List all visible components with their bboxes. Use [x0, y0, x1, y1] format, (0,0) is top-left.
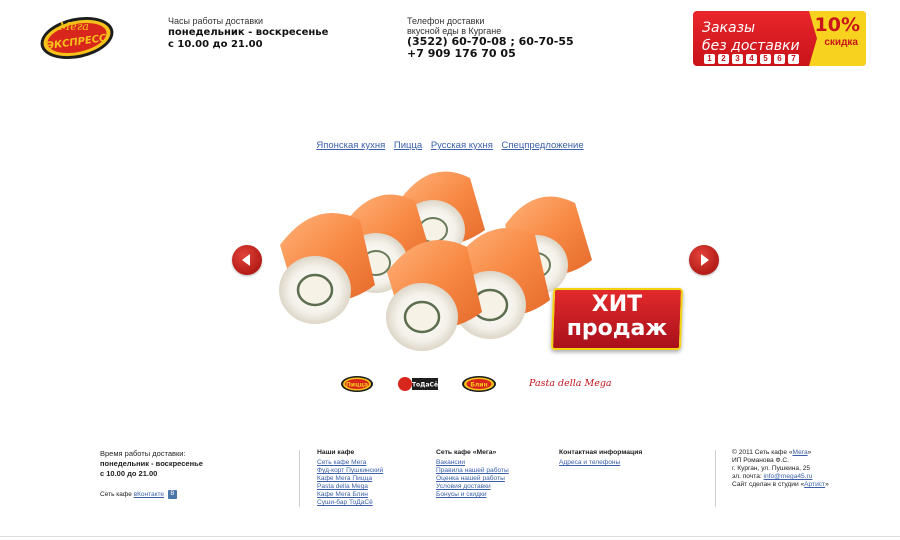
delivery-hours-time: с 10.00 до 21.00: [168, 39, 263, 50]
delivery-phone-line-2: +7 909 176 70 05: [407, 47, 516, 60]
footer-owner: ИП Романова Ф.С.: [732, 457, 789, 464]
footer-copyright-link[interactable]: Мега: [793, 449, 808, 456]
footer-mega-network-title: Сеть кафе «Мега»: [436, 449, 497, 456]
footer-link-vacancies[interactable]: Вакансии: [436, 459, 546, 467]
footer-email-line: эл. почта: info@mega45.ru: [732, 473, 872, 481]
footer-link-rating[interactable]: Оценка нашей работы: [436, 475, 546, 483]
footer-hours-days: понедельник - воскресенье: [100, 459, 203, 468]
promo-line-2: без доставки: [702, 38, 800, 54]
footer-studio-line: Сайт сделан в студии «Артист»: [732, 481, 872, 489]
footer-divider: [715, 450, 716, 507]
footer-our-cafes: Наши кафе Сеть кафе Мега Фуд-корт Пушкин…: [317, 449, 427, 507]
footer-email-link[interactable]: info@mega45.ru: [764, 473, 813, 480]
footer-contacts-title: Контактная информация: [559, 449, 643, 456]
footer-link-mega-pizza[interactable]: Кафе Мега Пицца: [317, 475, 427, 483]
footer-copyright: © 2011 Сеть кафе «Мега»: [732, 449, 872, 457]
promo-digit: 6: [774, 54, 785, 64]
promo-line-1: Заказы: [702, 20, 756, 36]
bestseller-badge-line-2: продаж: [566, 316, 668, 341]
footer-link-food-court[interactable]: Фуд-корт Пушкинский: [317, 467, 427, 475]
footer-email-label: эл. почта:: [732, 473, 764, 480]
mega-pizza-logo-text: Пицца: [346, 382, 368, 389]
footer-divider: [299, 450, 300, 507]
footer-link-mega-blin[interactable]: Кафе Мега Блин: [317, 491, 427, 499]
promo-discount-word: скидка: [824, 37, 858, 48]
mega-blin-logo[interactable]: Блин: [461, 374, 497, 394]
todaso-sushi-logo-text: ТоДаСё: [412, 382, 438, 389]
delivery-hours-label: Часы работы доставки: [168, 16, 264, 26]
footer-hours-time: с 10.00 до 21.00: [100, 469, 158, 478]
promo-weekday-digits: 1 2 3 4 5 6 7: [704, 54, 799, 64]
footer-studio-link[interactable]: Артист: [804, 481, 825, 488]
footer-hours-label: Время работы доставки:: [100, 449, 186, 458]
footer-vk-prefix: Сеть кафе: [100, 491, 132, 499]
todaso-sushi-logo[interactable]: ТоДаСё: [397, 374, 439, 394]
footer-copyright-prefix: © 2011 Сеть кафе «: [732, 449, 793, 456]
footer-link-pasta-della-mega[interactable]: Pasta della Mega: [317, 483, 427, 491]
menu-item-russian[interactable]: Русская кухня: [431, 140, 493, 151]
slider-next-arrow-icon[interactable]: [689, 245, 719, 275]
footer-studio-prefix: Сайт сделан в студии «: [732, 481, 805, 488]
footer-our-cafes-title: Наши кафе: [317, 449, 355, 456]
promo-digit: 3: [732, 54, 743, 64]
cuisine-menu: Японская кухня Пицца Русская кухня Спецп…: [0, 140, 900, 151]
mega-pizza-logo[interactable]: Пицца: [340, 374, 374, 394]
footer-vk-line: Сеть кафе вКонтакте В: [100, 490, 177, 499]
footer-link-mega-network[interactable]: Сеть кафе Мега: [317, 459, 427, 467]
footer-mega-network: Сеть кафе «Мега» Вакансии Правила нашей …: [436, 449, 546, 499]
menu-item-pizza[interactable]: Пицца: [394, 140, 422, 151]
promo-digit: 4: [746, 54, 757, 64]
promo-discount-percent: 10%: [814, 14, 860, 36]
footer-delivery-hours: Время работы доставки: понедельник - вос…: [100, 449, 290, 479]
footer-link-addresses[interactable]: Адреса и телефоны: [559, 459, 679, 467]
delivery-hours: Часы работы доставки понедельник - воскр…: [168, 16, 368, 51]
slider-prev-arrow-icon[interactable]: [232, 245, 262, 275]
delivery-phone: Телефон доставки вкусной еды в Кургане (…: [407, 16, 607, 60]
promo-digit: 1: [704, 54, 715, 64]
footer-address: г. Курган, ул. Пушкина, 25: [732, 465, 811, 472]
vk-icon[interactable]: В: [167, 490, 177, 499]
footer-vk-link[interactable]: вКонтакте: [134, 491, 164, 498]
sushi-piece: [279, 212, 375, 324]
pickup-discount-banner[interactable]: Заказы без доставки 1 2 3 4 5 6 7 10% ск…: [693, 11, 866, 66]
pasta-della-mega-logo[interactable]: Pasta della Mega: [529, 377, 612, 397]
promo-digit: 5: [760, 54, 771, 64]
page-bottom-rule: [0, 536, 900, 537]
footer-contacts: Контактная информация Адреса и телефоны: [559, 449, 679, 467]
mega-express-logo[interactable]: Мега ЭКСПРЕСС: [38, 12, 116, 62]
footer-copyright-suffix: »: [807, 449, 812, 456]
footer-link-delivery-terms[interactable]: Условия доставки: [436, 483, 546, 491]
footer-link-bonuses[interactable]: Бонусы и скидки: [436, 491, 546, 499]
bestseller-badge: ХИТ продаж: [550, 288, 684, 350]
bestseller-badge-line-1: ХИТ: [591, 292, 643, 317]
promo-digit: 2: [718, 54, 729, 64]
footer-studio-suffix: »: [825, 481, 829, 488]
logo-word-top: Мега: [58, 20, 89, 33]
mega-blin-logo-text: Блин: [470, 382, 487, 389]
delivery-hours-days: понедельник - воскресенье: [168, 27, 329, 38]
promo-digit: 7: [788, 54, 799, 64]
footer-link-rules[interactable]: Правила нашей работы: [436, 467, 546, 475]
footer-legal: © 2011 Сеть кафе «Мега» ИП Романова Ф.С.…: [732, 449, 872, 489]
menu-item-japanese[interactable]: Японская кухня: [316, 140, 385, 151]
footer-link-sushi-bar[interactable]: Суши-бар ТоДаСё: [317, 499, 427, 507]
delivery-phone-label: Телефон доставки: [407, 16, 485, 26]
menu-item-special[interactable]: Спецпредложение: [502, 140, 584, 151]
